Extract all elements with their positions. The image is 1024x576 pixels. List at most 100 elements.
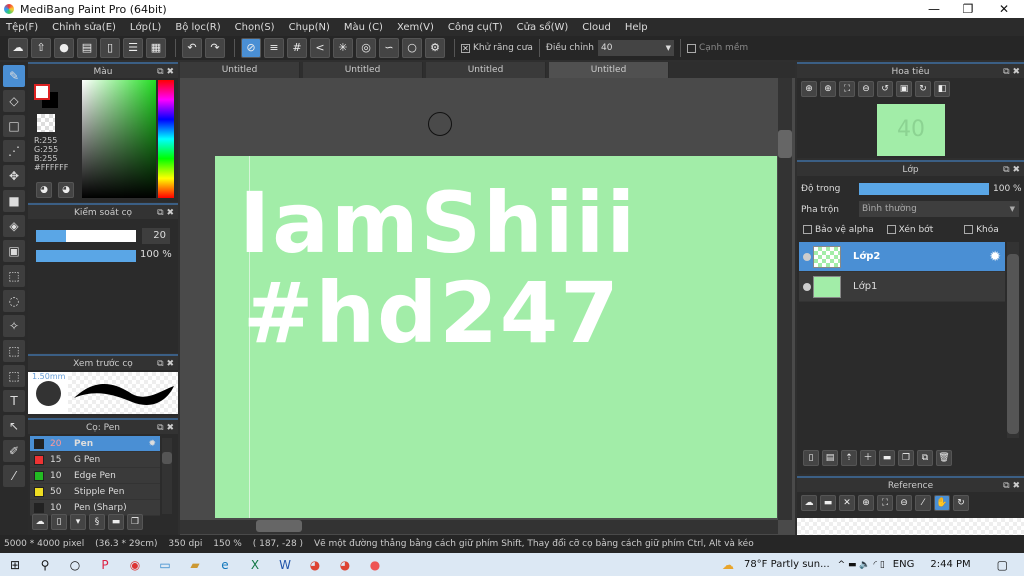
menu-edit[interactable]: Chỉnh sửa(E)	[52, 22, 116, 33]
drawing-canvas[interactable]: IamShiii #hd247	[215, 156, 777, 518]
chrome-icon-2[interactable]: ◕	[334, 556, 356, 574]
new-brush-icon[interactable]: ▯	[51, 514, 67, 530]
tab-untitled-4[interactable]: Untitled	[549, 62, 669, 78]
horizontal-scrollbar[interactable]	[180, 520, 778, 534]
ref-eyedropper-icon[interactable]: ⁄	[915, 495, 931, 511]
clock[interactable]: 2:44 PM	[930, 559, 970, 570]
palette-add-icon[interactable]: ◕	[58, 182, 74, 198]
saturation-value-picker[interactable]	[82, 80, 156, 198]
eraser-tool-icon[interactable]: ◇	[3, 90, 25, 112]
grid-snap-icon[interactable]: #	[287, 38, 307, 58]
message-icon[interactable]: ▤	[77, 38, 97, 58]
chrome-icon[interactable]: ◕	[304, 556, 326, 574]
tab-untitled-3[interactable]: Untitled	[426, 62, 546, 78]
radial-snap-icon[interactable]: ✳	[333, 38, 353, 58]
powerpoint-icon[interactable]: P	[94, 556, 116, 574]
text-tool-icon[interactable]: T	[3, 390, 25, 412]
brush-opacity-slider[interactable]	[36, 250, 136, 262]
menu-file[interactable]: Tệp(F)	[6, 22, 38, 33]
copy-brush-icon[interactable]: §	[89, 514, 105, 530]
brush-item-g-pen[interactable]: 15 G Pen	[30, 452, 160, 468]
undo-icon[interactable]: ↶	[182, 38, 202, 58]
redo-icon[interactable]: ↷	[205, 38, 225, 58]
weather-icon[interactable]: ☁	[722, 558, 734, 572]
panel-close-icon[interactable]: ⧉ ✖	[157, 64, 174, 80]
app-icon[interactable]: ◉	[124, 556, 146, 574]
layer-item-lop1[interactable]: Lớp1	[799, 272, 1005, 302]
layer-folder-icon[interactable]: ▬	[879, 450, 895, 466]
shape-tool-icon[interactable]: □	[3, 115, 25, 137]
brush-settings-icon[interactable]: ✹	[148, 439, 156, 449]
menu-color[interactable]: Màu (C)	[344, 22, 383, 33]
vertical-scrollbar[interactable]	[778, 78, 792, 520]
operation-tool-icon[interactable]: ↖	[3, 415, 25, 437]
cloud-brush-icon[interactable]: ☁	[32, 514, 48, 530]
new-halftone-layer-icon[interactable]: ▤	[822, 450, 838, 466]
tab-untitled-1[interactable]: Untitled	[180, 62, 300, 78]
list-icon[interactable]: ☰	[123, 38, 143, 58]
menu-snap[interactable]: Chụp(N)	[289, 22, 330, 33]
ref-open-icon[interactable]: ▬	[820, 495, 836, 511]
grid-icon[interactable]: ▦	[146, 38, 166, 58]
panel-close-icon[interactable]: ⧉ ✖	[1003, 64, 1020, 80]
brush-size-input[interactable]: 20	[142, 228, 170, 244]
curve-snap-icon[interactable]: ∽	[379, 38, 399, 58]
transparent-color-swatch[interactable]	[37, 114, 55, 132]
menu-help[interactable]: Help	[625, 22, 648, 33]
canvas-area[interactable]: Untitled Untitled Untitled Untitled IamS…	[180, 62, 795, 535]
add-layer-menu-icon[interactable]: ＋	[860, 450, 876, 466]
menu-tools[interactable]: Công cụ(T)	[448, 22, 503, 33]
smooth-checkbox[interactable]	[686, 43, 696, 53]
duplicate-layer-icon[interactable]: ❐	[898, 450, 914, 466]
parallel-snap-icon[interactable]: ≡	[264, 38, 284, 58]
dot-tool-icon[interactable]: ⋰	[3, 140, 25, 162]
panel-close-icon[interactable]: ⧉ ✖	[157, 205, 174, 221]
layer-item-lop2[interactable]: Lớp2 ✹	[799, 242, 1005, 272]
tab-untitled-2[interactable]: Untitled	[303, 62, 423, 78]
add-brush-icon[interactable]: ▾	[70, 514, 86, 530]
ref-close-icon[interactable]: ✕	[839, 495, 855, 511]
edge-icon[interactable]: e	[214, 556, 236, 574]
computer-icon[interactable]: ▭	[154, 556, 176, 574]
new-8bit-layer-icon[interactable]: ⇡	[841, 450, 857, 466]
panel-close-icon[interactable]: ⧉ ✖	[1003, 478, 1020, 494]
new-layer-icon[interactable]: ▯	[803, 450, 819, 466]
document-icon[interactable]: ▯	[100, 38, 120, 58]
gradient-tool-icon[interactable]: ▣	[3, 240, 25, 262]
medibang-icon[interactable]: ●	[364, 556, 386, 574]
zoom-in-icon[interactable]: ⊕	[820, 81, 836, 97]
ref-zoom-in-icon[interactable]: ⊕	[858, 495, 874, 511]
bucket-tool-icon[interactable]: ◈	[3, 215, 25, 237]
menu-cloud[interactable]: Cloud	[582, 22, 611, 33]
zoom-actual-icon[interactable]: ⊕	[801, 81, 817, 97]
brush-item-stipple-pen[interactable]: 50 Stipple Pen	[30, 484, 160, 500]
layer-scrollbar[interactable]	[1007, 242, 1019, 438]
word-icon[interactable]: W	[274, 556, 296, 574]
panel-close-icon[interactable]: ⧉ ✖	[1003, 162, 1020, 178]
ref-rotate-icon[interactable]: ↻	[953, 495, 969, 511]
brush-list-scrollbar[interactable]	[162, 438, 172, 514]
ref-fit-icon[interactable]: ⛶	[877, 495, 893, 511]
weather-text[interactable]: 78°F Partly sun...	[744, 559, 830, 570]
ellipse-snap-icon[interactable]: ○	[402, 38, 422, 58]
duplicate-icon[interactable]: ❐	[127, 514, 143, 530]
blend-mode-select[interactable]: Bình thường ▼	[859, 201, 1019, 217]
layer-opacity-slider[interactable]	[859, 183, 989, 195]
ref-cloud-icon[interactable]: ☁	[801, 495, 817, 511]
tray-icons[interactable]: ^ ▬ 🔈 ◜ ▯	[838, 560, 885, 570]
close-button[interactable]: ✕	[986, 0, 1022, 18]
settings-snap-icon[interactable]: ⚙	[425, 38, 445, 58]
comment-icon[interactable]: ●	[54, 38, 74, 58]
language-indicator[interactable]: ENG	[893, 559, 915, 570]
layer-settings-icon[interactable]: ✹	[989, 249, 1001, 265]
magic-wand-tool-icon[interactable]: ✧	[3, 315, 25, 337]
lock-checkbox[interactable]	[964, 225, 974, 234]
fit-window-icon[interactable]: ▣	[896, 81, 912, 97]
folder-icon[interactable]: ▬	[108, 514, 124, 530]
maximize-button[interactable]: ❐	[950, 0, 986, 18]
search-icon[interactable]: ⚲	[34, 556, 56, 574]
clip-checkbox[interactable]	[886, 225, 896, 234]
select-pen-tool-icon[interactable]: ⬚	[3, 340, 25, 362]
perspective-snap-icon[interactable]: <	[310, 38, 330, 58]
circle-snap-icon[interactable]: ◎	[356, 38, 376, 58]
